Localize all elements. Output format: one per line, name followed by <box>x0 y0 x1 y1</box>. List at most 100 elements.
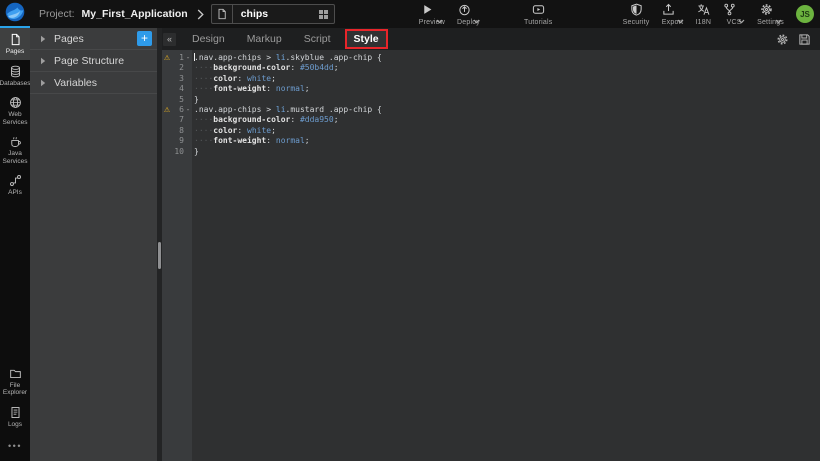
i18n-button[interactable]: I18N <box>696 3 712 26</box>
sidebar-item-label: Pages <box>6 48 24 56</box>
line-number: 6 <box>172 105 184 115</box>
sidebar-more-button[interactable]: ••• <box>0 432 30 461</box>
add-page-button[interactable]: + <box>137 31 152 46</box>
code-text: ····background-color: #50b4dd; <box>194 63 339 73</box>
panel-section-label: Variables <box>54 77 97 89</box>
left-icon-rail: Pages Databases Web Services Java Services A… <box>0 28 30 461</box>
panel-section-page-structure[interactable]: Page Structure <box>30 50 157 72</box>
page-icon <box>212 5 233 23</box>
folder-icon <box>9 367 22 380</box>
fold-toggle-icon[interactable]: - <box>184 105 192 115</box>
panel-section-pages[interactable]: Pages + <box>30 28 157 50</box>
project-label: Project: <box>39 8 75 20</box>
workspace-tabbar: « DesignMarkupScriptStyle <box>162 28 820 50</box>
sidebar-item-web-services[interactable]: Web Services <box>0 91 30 130</box>
deploy-button[interactable]: Deploy <box>457 3 480 26</box>
coffee-icon <box>9 135 22 148</box>
log-icon <box>9 406 22 419</box>
code-text: ····color: white; <box>194 74 276 84</box>
panel-section-label: Page Structure <box>54 55 124 67</box>
vcs-button[interactable]: VCS <box>723 3 745 26</box>
database-icon <box>9 65 22 78</box>
tab-design[interactable]: Design <box>181 33 236 45</box>
line-number: 8 <box>172 126 184 136</box>
page-icon <box>9 33 22 46</box>
project-breadcrumb: Project: My_First_Application <box>39 8 188 20</box>
wavemaker-logo-icon <box>5 2 25 27</box>
sidebar-item-logs[interactable]: Logs <box>0 401 30 433</box>
sidebar-item-label: Logs <box>8 421 22 429</box>
page-tab-name: chips <box>241 8 268 20</box>
code-text: .nav.app-chips > li.skyblue .app-chip { <box>194 53 382 63</box>
editor-lines: ⚠1-.nav.app-chips > li.skyblue .app-chip… <box>162 50 820 157</box>
caret-right-icon <box>40 57 46 65</box>
app-logo[interactable] <box>0 0 30 28</box>
sidebar-item-pages[interactable]: Pages <box>0 28 30 60</box>
topbar-actions-left: Preview Deploy Tutorials <box>413 3 559 26</box>
user-avatar[interactable]: JS <box>796 5 814 23</box>
export-label: Export <box>662 19 683 26</box>
code-line: 10} <box>162 147 820 157</box>
code-line: 8····color: white; <box>162 126 820 136</box>
explorer-panel: Pages + Page Structure Variables <box>30 28 157 461</box>
preview-button[interactable]: Preview <box>419 3 445 26</box>
line-number: 2 <box>172 63 184 73</box>
api-icon <box>9 174 22 187</box>
sidebar-item-databases[interactable]: Databases <box>0 60 30 92</box>
globe-icon <box>9 96 22 109</box>
sidebar-item-file-explorer[interactable]: File Explorer <box>0 362 30 401</box>
css-code-editor[interactable]: ⚠1-.nav.app-chips > li.skyblue .app-chip… <box>162 50 820 461</box>
editor-settings-gear-icon[interactable] <box>776 33 789 46</box>
tab-script[interactable]: Script <box>293 33 342 45</box>
sidebar-item-label: Web Services <box>0 111 30 126</box>
code-line: 3 ····color: white; <box>162 74 820 84</box>
sidebar-item-java-services[interactable]: Java Services <box>0 130 30 169</box>
settings-label: Settings <box>757 19 784 26</box>
workspace-tabs: DesignMarkupScriptStyle <box>181 28 391 50</box>
panel-section-label: Pages <box>54 33 84 45</box>
sidebar-item-label: APIs <box>8 189 22 197</box>
security-label: Security <box>623 19 650 26</box>
scrollbar-thumb[interactable] <box>158 242 161 269</box>
code-line: 7 ····background-color: #dda950; <box>162 115 820 125</box>
tab-markup[interactable]: Markup <box>236 33 293 45</box>
export-button[interactable]: Export <box>662 3 684 26</box>
topbar: Project: My_First_Application chips Prev… <box>0 0 820 28</box>
sidebar-item-label: File Explorer <box>0 382 30 397</box>
breadcrumb-chevron-right-icon <box>197 9 204 20</box>
code-text: } <box>194 147 199 157</box>
deploy-label: Deploy <box>457 19 480 26</box>
code-line: 2 ····background-color: #50b4dd; <box>162 63 820 73</box>
tab-style[interactable]: Style <box>345 29 388 49</box>
code-line: 5} <box>162 95 820 105</box>
wavemaker-studio-window: Project: My_First_Application chips Prev… <box>0 0 820 461</box>
save-icon[interactable] <box>798 33 811 46</box>
line-number: 7 <box>172 115 184 125</box>
sidebar-item-label: Java Services <box>0 150 30 165</box>
preview-label: Preview <box>419 19 445 26</box>
tutorials-label: Tutorials <box>524 19 552 26</box>
open-page-tab[interactable]: chips <box>211 4 335 24</box>
line-number: 5 <box>172 95 184 105</box>
collapse-panel-button[interactable]: « <box>163 33 176 46</box>
page-switcher-grid-icon[interactable] <box>319 10 328 19</box>
project-name[interactable]: My_First_Application <box>82 8 188 20</box>
code-text: ····background-color: #dda950; <box>194 115 339 125</box>
caret-right-icon <box>40 35 46 43</box>
line-number: 3 <box>172 74 184 84</box>
code-line: ⚠1-.nav.app-chips > li.skyblue .app-chip… <box>162 53 820 63</box>
panel-section-variables[interactable]: Variables <box>30 72 157 94</box>
fold-toggle-icon[interactable]: - <box>184 53 192 63</box>
tutorials-button[interactable]: Tutorials <box>524 3 552 26</box>
security-button[interactable]: Security <box>623 3 650 26</box>
code-text: } <box>194 95 199 105</box>
settings-button[interactable]: Settings <box>757 3 784 26</box>
topbar-actions-right: Security Export I18N VCS Settings <box>617 3 790 26</box>
line-number: 4 <box>172 84 184 94</box>
sidebar-item-apis[interactable]: APIs <box>0 169 30 201</box>
warning-icon: ⚠ <box>162 53 172 63</box>
line-number: 9 <box>172 136 184 146</box>
workspace: « DesignMarkupScriptStyle ⚠1-.nav.app-ch… <box>162 28 820 461</box>
code-line: 9····font-weight: normal; <box>162 136 820 146</box>
code-line: 4····font-weight: normal; <box>162 84 820 94</box>
